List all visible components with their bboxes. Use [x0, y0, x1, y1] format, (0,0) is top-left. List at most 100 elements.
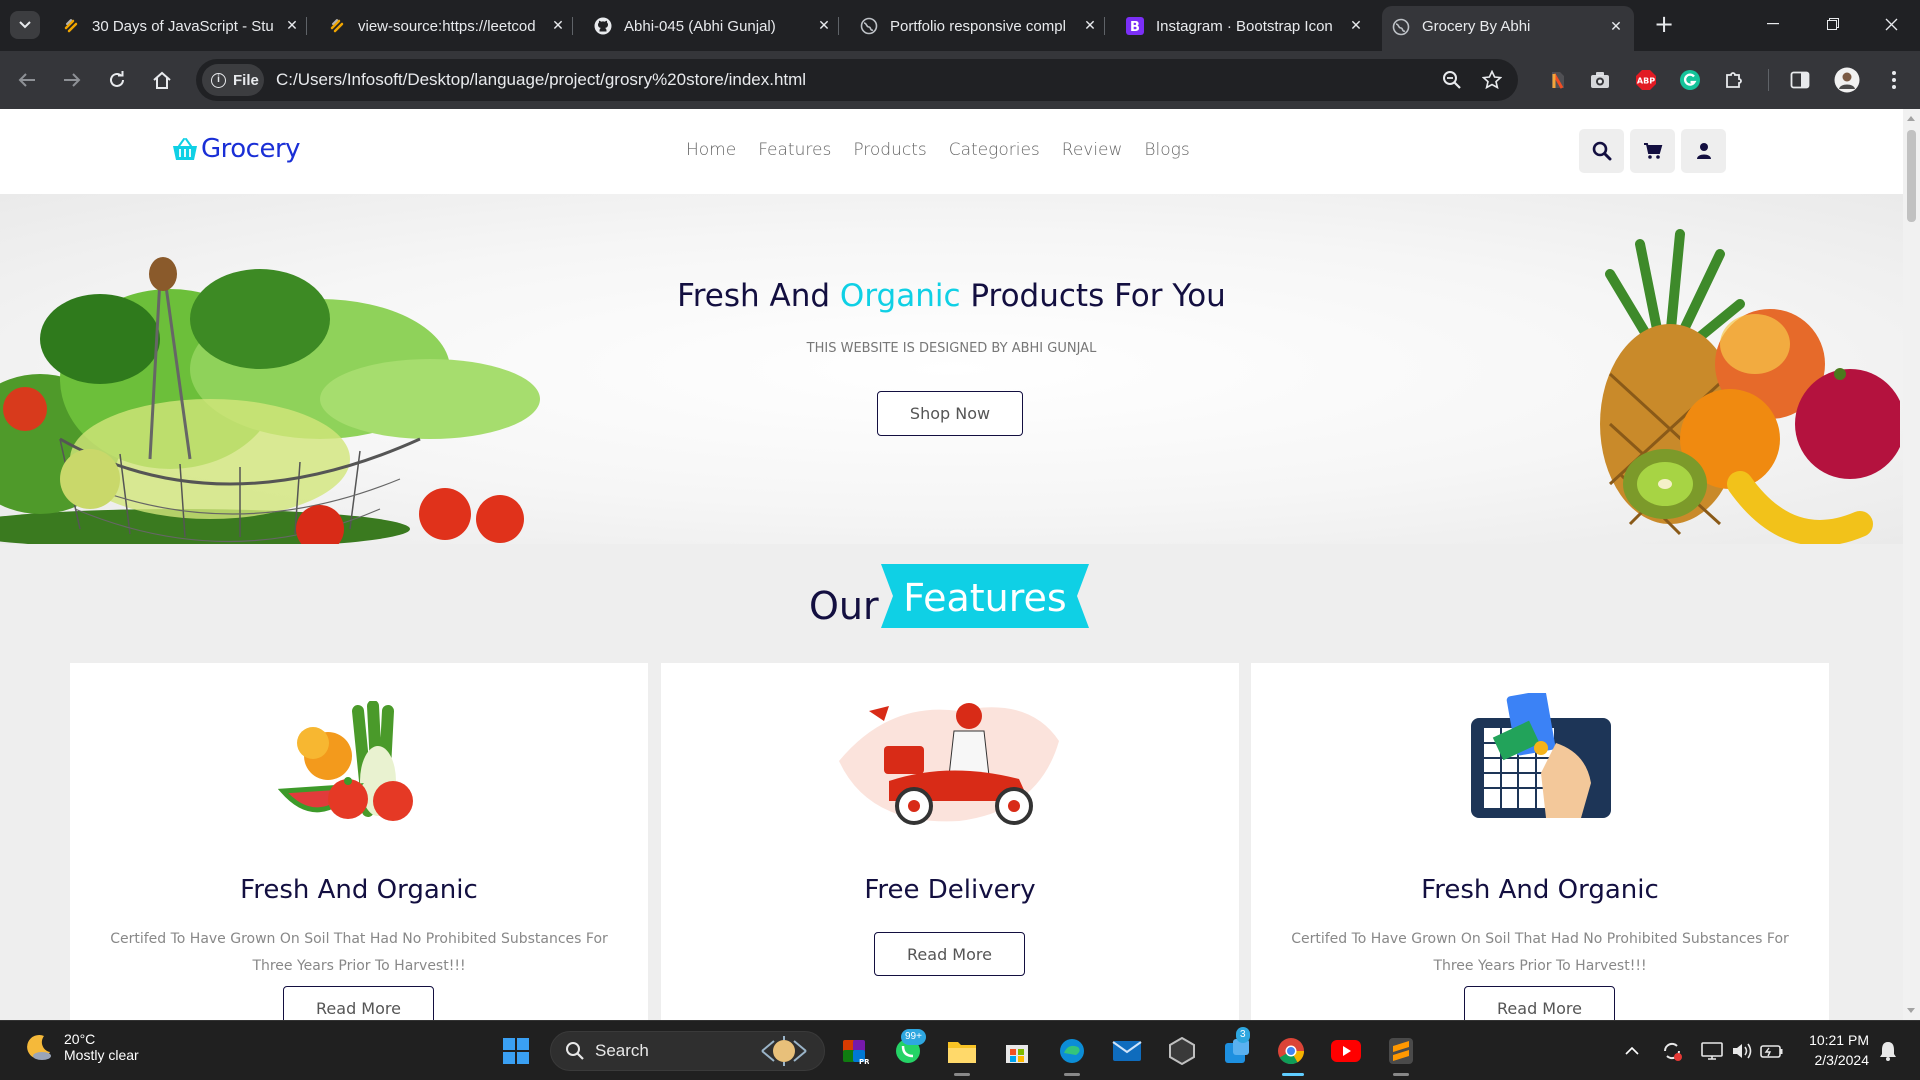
nav-features[interactable]: Features [758, 140, 831, 160]
tab-grocery-active[interactable]: Grocery By Abhi ✕ [1382, 6, 1634, 51]
hero-title-accent: Organic [839, 278, 961, 314]
notification-bell-icon[interactable] [1870, 1033, 1906, 1069]
logo-text: Grocery [201, 134, 301, 164]
adblock-label: ABP [1637, 77, 1655, 86]
nav-review[interactable]: Review [1062, 140, 1123, 160]
whatsapp-badge: 99+ [901, 1029, 926, 1045]
sync-icon[interactable] [1654, 1033, 1690, 1069]
fruits-image [1600, 229, 1900, 544]
svg-text:B: B [1130, 20, 1140, 35]
restore-icon [1827, 18, 1839, 30]
address-bar[interactable]: i File C:/Users/Infosoft/Desktop/languag… [196, 59, 1518, 101]
arrow-right-icon [64, 73, 81, 87]
close-icon[interactable]: ✕ [1080, 18, 1100, 34]
url-text[interactable]: C:/Users/Infosoft/Desktop/language/proje… [276, 70, 806, 90]
puzzle-icon[interactable] [1720, 66, 1748, 94]
tab-title: Portfolio responsive compl [890, 17, 1066, 35]
header-cart-button[interactable] [1630, 129, 1675, 173]
scroll-up-arrow[interactable] [1907, 116, 1915, 121]
edge-icon[interactable] [1054, 1033, 1090, 1069]
scroll-down-arrow[interactable] [1907, 1008, 1915, 1013]
youtube-icon[interactable] [1328, 1033, 1364, 1069]
windows-logo-icon [503, 1038, 529, 1064]
hero-title-after: Products For You [960, 278, 1226, 314]
read-more-button[interactable]: Read More [283, 986, 434, 1020]
start-button[interactable] [498, 1033, 534, 1069]
chrome-icon[interactable] [1273, 1033, 1309, 1069]
tab-portfolio[interactable]: Portfolio responsive compl ✕ [860, 8, 1105, 44]
restore-button[interactable] [1808, 0, 1858, 48]
read-more-button[interactable]: Read More [1464, 986, 1615, 1020]
zoom-icon[interactable] [1440, 68, 1464, 92]
svg-text:PRE: PRE [859, 1058, 869, 1066]
nav-blogs[interactable]: Blogs [1144, 140, 1189, 160]
mail-icon[interactable] [1109, 1033, 1145, 1069]
close-icon[interactable]: ✕ [1606, 19, 1626, 35]
card-payment-icon [1471, 693, 1611, 818]
unity-icon[interactable] [1164, 1033, 1200, 1069]
read-more-button[interactable]: Read More [874, 932, 1025, 976]
vegetable-basket-image [0, 257, 540, 544]
tab-github[interactable]: Abhi-045 (Abhi Gunjal) ✕ [594, 8, 839, 44]
close-icon[interactable]: ✕ [282, 18, 302, 34]
close-icon [1885, 18, 1897, 30]
globe-icon [1392, 18, 1410, 36]
tab-view-source[interactable]: view-source:https://leetcod ✕ [328, 8, 573, 44]
browser-toolbar: i File C:/Users/Infosoft/Desktop/languag… [0, 51, 1920, 109]
office-app-icon[interactable]: PRE [836, 1033, 872, 1069]
close-icon[interactable]: ✕ [548, 18, 568, 34]
close-icon[interactable]: ✕ [814, 18, 834, 34]
page-scrollbar[interactable] [1903, 109, 1920, 1020]
back-button[interactable] [12, 65, 42, 95]
close-window-button[interactable] [1866, 0, 1916, 48]
site-info-chip[interactable]: i File [202, 64, 264, 96]
tab-bootstrap-icons[interactable]: B Instagram · Bootstrap Icon ✕ [1126, 8, 1366, 44]
system-clock[interactable]: 10:21 PM 2/3/2024 [1799, 1030, 1869, 1070]
site-header: Grocery Home Features Products Categorie… [0, 109, 1903, 194]
weather-widget[interactable]: 20°C Mostly clear [24, 1031, 139, 1063]
tab-30-days-js[interactable]: 30 Days of JavaScript - Stu ✕ [62, 8, 307, 44]
file-explorer-icon[interactable] [944, 1033, 980, 1069]
camera-extension-icon[interactable] [1586, 66, 1614, 94]
taskbar-search[interactable]: Search [550, 1031, 825, 1071]
chevron-up-icon[interactable] [1614, 1033, 1650, 1069]
scroll-thumb[interactable] [1907, 130, 1916, 222]
sublime-text-icon[interactable] [1383, 1033, 1419, 1069]
nav-categories[interactable]: Categories [949, 140, 1040, 160]
tab-search-button[interactable] [10, 11, 40, 39]
grammarly-extension-icon[interactable] [1676, 66, 1704, 94]
forward-button[interactable] [57, 65, 87, 95]
header-search-button[interactable] [1579, 129, 1624, 173]
kebab-menu-icon[interactable] [1880, 66, 1908, 94]
microsoft-store-icon[interactable] [999, 1033, 1035, 1069]
feature-title: Fresh And Organic [240, 875, 478, 905]
adblock-extension-icon[interactable]: ABP [1632, 66, 1660, 94]
battery-icon[interactable] [1754, 1033, 1790, 1069]
windows-taskbar: 20°C Mostly clear Search PRE 99+ [0, 1020, 1920, 1080]
new-tab-button[interactable]: + [1651, 12, 1677, 38]
tab-title: Grocery By Abhi [1422, 18, 1531, 35]
codefire-icon [62, 17, 80, 35]
chevron-down-icon [19, 21, 31, 29]
profile-avatar[interactable] [1833, 66, 1861, 94]
pdf-extension-icon[interactable] [1544, 66, 1572, 94]
search-icon [566, 1042, 584, 1060]
header-user-button[interactable] [1681, 129, 1726, 173]
minimize-button[interactable] [1748, 0, 1798, 48]
close-icon[interactable]: ✕ [1346, 18, 1366, 34]
feature-card: Fresh And Organic Certifed To Have Grown… [1251, 663, 1829, 1020]
tab-title: 30 Days of JavaScript - Stu [92, 17, 274, 35]
home-button[interactable] [147, 65, 177, 95]
nav-home[interactable]: Home [686, 140, 736, 160]
reload-button[interactable] [102, 65, 132, 95]
search-icon [1592, 141, 1611, 161]
sidepanel-icon[interactable] [1786, 66, 1814, 94]
tab-title: Instagram · Bootstrap Icon [1156, 17, 1333, 35]
hero-title-before: Fresh And [677, 278, 840, 314]
site-logo[interactable]: Grocery [172, 134, 301, 164]
bookmark-star-icon[interactable] [1480, 68, 1504, 92]
shop-now-button[interactable]: Shop Now [877, 391, 1023, 436]
clock-time: 10:21 PM [1809, 1032, 1869, 1048]
github-icon [594, 17, 612, 35]
nav-products[interactable]: Products [853, 140, 926, 160]
